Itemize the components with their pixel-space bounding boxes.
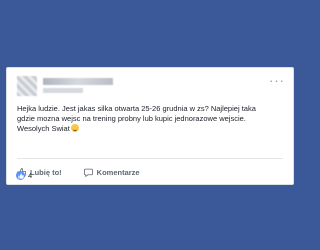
post-text-line-last: Wesolych Swiat [17, 124, 283, 134]
smiley-emoji-icon [70, 124, 79, 132]
comment-button[interactable]: Komentarze [83, 167, 140, 177]
author-row [17, 76, 197, 96]
divider [17, 158, 283, 159]
bottom-edge [0, 236, 300, 250]
reactions-summary[interactable]: 4 [16, 171, 32, 180]
top-edge [0, 0, 300, 14]
post-text-line-content: Wesolych Swiat [17, 124, 70, 133]
like-icon [16, 171, 25, 180]
post-timestamp[interactable] [43, 88, 83, 93]
avatar[interactable] [17, 76, 37, 96]
post-text-line: Hejka ludzie. Jest jakas silka otwarta 2… [17, 104, 256, 113]
comment-label: Komentarze [96, 167, 140, 177]
post-actions: Lubię to! Komentarze [17, 165, 140, 179]
comment-icon [83, 168, 93, 177]
like-label: Lubię to! [30, 167, 62, 177]
author-name[interactable] [43, 78, 113, 85]
post-card: ··· Hejka ludzie. Jest jakas silka otwar… [6, 67, 294, 185]
more-horizontal-icon[interactable]: ··· [269, 74, 285, 87]
reaction-count: 4 [28, 171, 33, 180]
post-text-line: gdzie mozna wejsc na trening probny lub … [17, 114, 246, 123]
post-text: Hejka ludzie. Jest jakas silka otwarta 2… [17, 104, 283, 134]
